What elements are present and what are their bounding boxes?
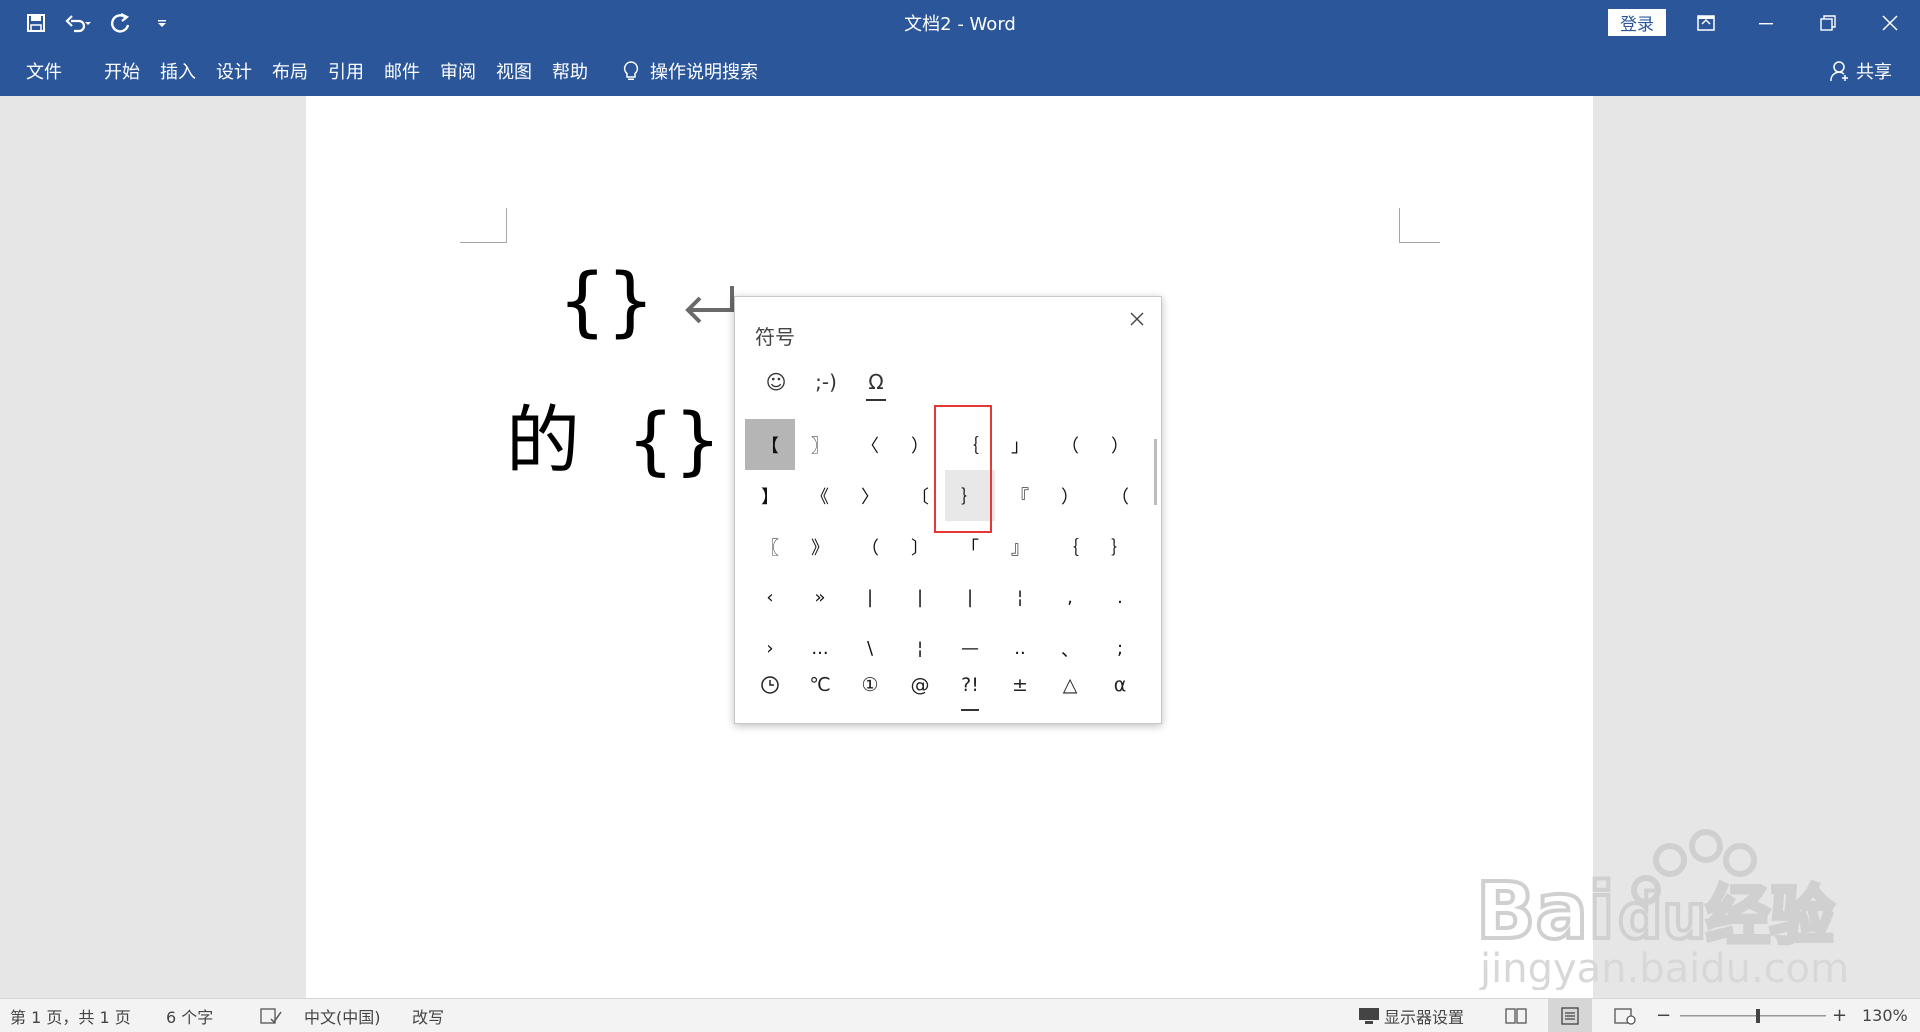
tab-mailings[interactable]: 邮件: [374, 46, 430, 96]
symbol-cell[interactable]: 》: [795, 521, 845, 572]
watermark-brand-cn: 经验: [1706, 880, 1834, 954]
overtype-mode[interactable]: 改写: [412, 999, 444, 1032]
ribbon-tabs: 文件 开始 插入 设计 布局 引用 邮件 审阅 视图 帮助 操作说明搜索 共享: [0, 46, 1920, 96]
symbol-cell[interactable]: |: [895, 572, 945, 623]
share-button[interactable]: 共享: [1830, 46, 1892, 96]
symbol-cell[interactable]: ）: [1045, 470, 1095, 521]
symbol-cell[interactable]: |: [845, 572, 895, 623]
zoom-in-button[interactable]: +: [1832, 999, 1847, 1032]
category-shapes[interactable]: △: [1045, 667, 1095, 703]
symbol-category-bar: ℃ ① @ ?! ± △ α: [745, 667, 1145, 711]
display-settings-button[interactable]: 显示器设置: [1358, 999, 1464, 1032]
tab-references[interactable]: 引用: [318, 46, 374, 96]
document-line-2[interactable]: 的 {}: [506, 396, 721, 486]
symbol-cell[interactable]: ,: [1045, 572, 1095, 623]
tab-emoji[interactable]: ☺: [751, 365, 801, 399]
symbol-cell[interactable]: ¦: [995, 572, 1045, 623]
symbol-cell[interactable]: （: [845, 521, 895, 572]
watermark-url: jingyan.baidu.com: [1479, 946, 1849, 990]
symbol-cell[interactable]: ｝: [1095, 521, 1145, 572]
paragraph-return-icon: [685, 286, 734, 324]
page-count[interactable]: 第 1 页，共 1 页: [10, 999, 131, 1032]
symbol-cell[interactable]: ｛: [1045, 521, 1095, 572]
tab-view[interactable]: 视图: [486, 46, 542, 96]
zoom-level[interactable]: 130%: [1862, 999, 1908, 1032]
minimize-icon[interactable]: [1738, 0, 1794, 46]
category-units[interactable]: ℃: [795, 667, 845, 703]
margin-corner-top-right: [1399, 208, 1440, 243]
margin-corner-top-left: [460, 208, 507, 243]
symbol-cell[interactable]: 〉: [845, 470, 895, 521]
tab-design[interactable]: 设计: [206, 46, 262, 96]
language-indicator[interactable]: 中文(中国): [304, 999, 381, 1032]
symbol-cell[interactable]: （: [1095, 470, 1145, 521]
tab-kaomoji[interactable]: ;-): [801, 365, 851, 399]
baidu-watermark-logo: Bai du 经验 jingyan.baidu.com: [1474, 829, 1849, 990]
symbol-cell[interactable]: 〖: [745, 521, 795, 572]
symbol-grid-scrollbar[interactable]: [1154, 439, 1157, 505]
close-icon[interactable]: [1862, 0, 1918, 46]
tab-help[interactable]: 帮助: [542, 46, 598, 96]
watermark-brand-2: du: [1618, 880, 1707, 953]
ribbon-display-options-icon[interactable]: [1678, 0, 1734, 46]
menu-bar: 文件 开始 插入 设计 布局 引用 邮件 审阅 视图 帮助 操作说明搜索: [0, 46, 758, 96]
share-label: 共享: [1856, 62, 1892, 83]
symbol-cell[interactable]: 】: [745, 470, 795, 521]
symbol-panel-title: 符号: [755, 325, 795, 349]
proofing-icon[interactable]: [260, 999, 282, 1032]
tab-symbols[interactable]: Ω: [851, 365, 901, 401]
display-settings-label: 显示器设置: [1384, 1007, 1465, 1027]
symbol-cell[interactable]: 【: [745, 419, 795, 470]
tab-file[interactable]: 文件: [0, 46, 94, 96]
annotation-highlight-box: [934, 405, 992, 533]
restore-icon[interactable]: [1800, 0, 1856, 46]
category-math[interactable]: ±: [995, 667, 1045, 703]
read-mode-icon[interactable]: [1505, 999, 1527, 1032]
monitor-icon: [1359, 1007, 1379, 1024]
symbol-cell[interactable]: »: [795, 572, 845, 623]
symbol-cell[interactable]: 『: [995, 470, 1045, 521]
print-layout-icon[interactable]: [1548, 999, 1592, 1032]
symbol-panel-tabs: ☺ ;-) Ω: [751, 365, 901, 401]
tell-me-label: 操作说明搜索: [650, 62, 758, 83]
web-layout-icon[interactable]: [1614, 999, 1636, 1032]
lightbulb-icon: [623, 61, 639, 80]
symbol-cell[interactable]: 〗: [795, 419, 845, 470]
zoom-out-button[interactable]: −: [1656, 999, 1671, 1032]
zoom-slider-thumb[interactable]: [1756, 1008, 1760, 1023]
person-icon: [1830, 61, 1848, 82]
word-count[interactable]: 6 个字: [166, 999, 213, 1032]
category-greek[interactable]: α: [1095, 667, 1145, 703]
symbol-cell[interactable]: 』: [995, 521, 1045, 572]
category-punctuation[interactable]: ?!: [945, 667, 995, 711]
status-bar: 第 1 页，共 1 页 6 个字 中文(中国) 改写 显示器设置 − + 130…: [0, 998, 1920, 1032]
login-button[interactable]: 登录: [1608, 9, 1666, 36]
tab-home[interactable]: 开始: [94, 46, 150, 96]
symbol-cell[interactable]: ）: [1095, 419, 1145, 470]
tab-insert[interactable]: 插入: [150, 46, 206, 96]
tab-review[interactable]: 审阅: [430, 46, 486, 96]
tab-layout[interactable]: 布局: [262, 46, 318, 96]
symbol-cell[interactable]: （: [1045, 419, 1095, 470]
zoom-slider[interactable]: [1680, 999, 1826, 1032]
tell-me-search[interactable]: 操作说明搜索: [622, 58, 758, 84]
clock-icon[interactable]: [745, 667, 795, 703]
symbol-cell[interactable]: ‹: [745, 572, 795, 623]
symbol-cell[interactable]: .: [1095, 572, 1145, 623]
symbol-cell[interactable]: 〈: [845, 419, 895, 470]
category-at[interactable]: @: [895, 667, 945, 703]
category-enclosed[interactable]: ①: [845, 667, 895, 703]
symbol-cell[interactable]: 」: [995, 419, 1045, 470]
symbol-cell[interactable]: 《: [795, 470, 845, 521]
title-bar: 文档2 - Word 登录: [0, 0, 1920, 46]
symbol-cell[interactable]: |: [945, 572, 995, 623]
watermark-brand: Bai: [1476, 867, 1615, 957]
document-line-1[interactable]: {}: [558, 256, 655, 346]
close-icon[interactable]: [1125, 307, 1149, 331]
